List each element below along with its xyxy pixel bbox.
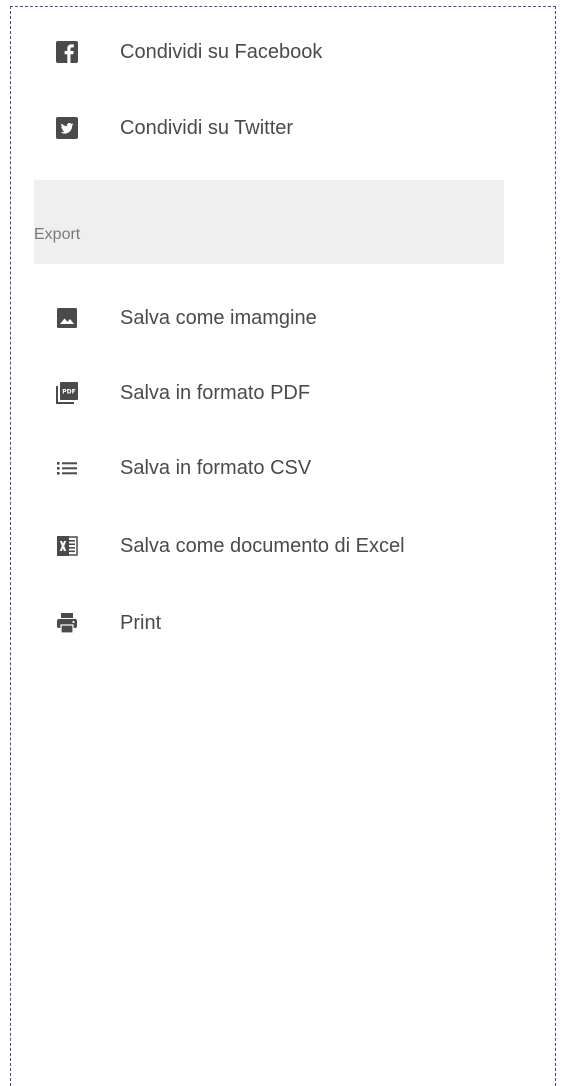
printer-icon <box>56 612 78 634</box>
save-as-csv-item[interactable]: Salva in formato CSV <box>34 440 504 496</box>
save-as-excel-label: Salva come documento di Excel <box>120 534 405 557</box>
share-facebook-item[interactable]: Condividi su Facebook <box>34 24 504 80</box>
export-section-label: Export <box>34 226 81 243</box>
export-section-header: Export <box>34 180 504 264</box>
share-twitter-item[interactable]: Condividi su Twitter <box>34 100 504 156</box>
print-label: Print <box>120 611 162 634</box>
list-icon <box>56 457 78 479</box>
pdf-icon: PDF <box>56 382 78 404</box>
share-twitter-label: Condividi su Twitter <box>120 116 294 139</box>
print-item[interactable]: Print <box>34 595 504 651</box>
save-as-pdf-item[interactable]: PDF Salva in formato PDF <box>34 365 504 421</box>
share-facebook-label: Condividi su Facebook <box>120 40 323 63</box>
facebook-icon <box>56 41 78 63</box>
save-as-excel-item[interactable]: Salva come documento di Excel <box>34 518 504 574</box>
image-icon <box>56 307 78 329</box>
save-as-image-item[interactable]: Salva come imamgine <box>34 290 504 346</box>
save-as-image-label: Salva come imamgine <box>120 306 317 329</box>
save-as-csv-label: Salva in formato CSV <box>120 456 312 479</box>
svg-text:PDF: PDF <box>62 389 75 396</box>
twitter-icon <box>56 117 78 139</box>
save-as-pdf-label: Salva in formato PDF <box>120 381 311 404</box>
excel-icon <box>56 535 78 557</box>
